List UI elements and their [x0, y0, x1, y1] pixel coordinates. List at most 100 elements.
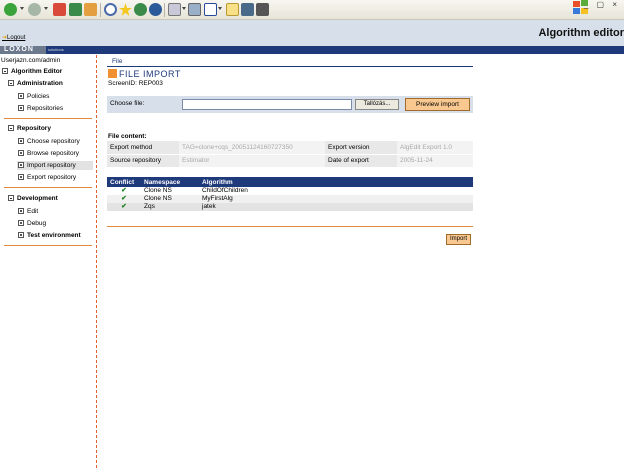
algorithm-table: Conflict Namespace Algorithm ✔ Clone NS …	[107, 177, 473, 211]
sidebar-section-label: Development	[17, 195, 58, 202]
bullet-icon	[18, 138, 24, 144]
preview-import-button[interactable]: Preview import	[405, 98, 470, 111]
namespace-cell: Clone NS	[141, 195, 199, 203]
favorites-icon[interactable]	[119, 3, 132, 16]
forward-icon[interactable]	[28, 3, 41, 16]
edit-dropdown-icon[interactable]	[218, 7, 222, 10]
collapse-icon[interactable]	[8, 80, 14, 86]
forward-dropdown-icon[interactable]	[44, 7, 48, 10]
toolbar-separator	[164, 3, 165, 17]
sidebar-item-debug[interactable]: Debug	[18, 220, 46, 227]
algorithm-cell: ChildOfChildren	[199, 187, 473, 195]
sidebar-root-label: Algorithm Editor	[11, 68, 63, 75]
title-marker-icon	[108, 69, 117, 78]
sidebar-item-label: Export repository	[27, 174, 77, 181]
namespace-cell: Clone NS	[141, 187, 199, 195]
mail-icon[interactable]	[168, 3, 181, 16]
sidebar-item-label: Browse repository	[27, 150, 80, 157]
sidebar-item-label: Repositories	[27, 105, 64, 112]
sidebar-section-administration[interactable]: Administration	[8, 80, 63, 87]
table-row: Export method TAG=clone+cqs_200511241607…	[107, 141, 473, 155]
sidebar-item-import-repository[interactable]: Import repository	[17, 161, 93, 170]
sidebar-item-browse-repository[interactable]: Browse repository	[18, 150, 79, 157]
bullet-icon	[18, 208, 24, 214]
brand-logo: LOXON	[0, 46, 46, 54]
window-controls[interactable]: _ ▢ ×	[584, 0, 620, 9]
print-icon[interactable]	[188, 3, 201, 16]
sidebar-section-label: Repository	[17, 125, 51, 132]
logout-link[interactable]: ➔Logout	[2, 34, 25, 41]
namespace-cell: Zqs	[141, 203, 199, 211]
column-header-namespace[interactable]: Namespace	[141, 177, 199, 187]
sidebar-item-edit[interactable]: Edit	[18, 208, 38, 215]
sidebar-item-label: Edit	[27, 208, 39, 215]
sidebar-root[interactable]: Algorithm Editor	[2, 68, 62, 75]
stop-icon[interactable]	[53, 3, 66, 16]
browse-button[interactable]: Tallózás...	[355, 99, 399, 110]
sidebar-item-label: Test environment	[27, 232, 81, 239]
conflict-check-icon: ✔	[107, 187, 141, 195]
bullet-icon	[18, 150, 24, 156]
folder-icon[interactable]	[226, 3, 239, 16]
history-icon[interactable]	[149, 3, 162, 16]
back-icon[interactable]	[4, 3, 17, 16]
collapse-icon[interactable]	[8, 125, 14, 131]
home-icon[interactable]	[84, 3, 97, 16]
sidebar-section-repository[interactable]: Repository	[8, 125, 51, 132]
sidebar-item-test-environment[interactable]: Test environment	[18, 232, 81, 239]
source-repository-value: Estimator	[179, 154, 325, 168]
sidebar-item-label: Import repository	[27, 162, 76, 169]
import-button[interactable]: Import	[446, 234, 471, 245]
choose-file-label: Choose file:	[110, 100, 145, 107]
browser-toolbar: _ ▢ ×	[0, 0, 624, 20]
file-content-heading: File content:	[108, 133, 147, 140]
conflict-check-icon: ✔	[107, 203, 141, 211]
user-name: Userjazn.com/admin	[1, 57, 61, 64]
sidebar-divider	[96, 55, 97, 468]
source-repository-label: Source repository	[107, 154, 179, 168]
export-method-label: Export method	[107, 141, 179, 155]
date-of-export-label: Date of export	[325, 154, 397, 168]
sidebar-separator	[4, 245, 92, 246]
app-title: Algorithm editor	[538, 27, 624, 39]
sidebar-separator	[4, 118, 92, 119]
bullet-icon	[18, 174, 24, 180]
bullet-icon	[18, 232, 24, 238]
brand-bar: LOXON solutions	[0, 46, 624, 54]
refresh-icon[interactable]	[69, 3, 82, 16]
algorithm-cell: MyFirstAlg	[199, 195, 473, 203]
content-separator	[107, 226, 473, 227]
sidebar-item-repositories[interactable]: Repositories	[18, 105, 63, 112]
sidebar-item-policies[interactable]: Policies	[18, 93, 49, 100]
file-path-input[interactable]	[182, 99, 352, 110]
brand-subtitle: solutions	[48, 47, 64, 52]
collapse-icon[interactable]	[2, 68, 8, 74]
menu-file[interactable]: File	[112, 58, 122, 65]
column-header-algorithm[interactable]: Algorithm	[199, 177, 473, 187]
bullet-icon	[18, 105, 24, 111]
table-row[interactable]: ✔ Clone NS MyFirstAlg	[107, 195, 473, 203]
column-header-conflict[interactable]: Conflict	[107, 177, 141, 187]
screen-id: ScreenID: REP003	[108, 80, 163, 87]
table-header-row: Conflict Namespace Algorithm	[107, 177, 473, 187]
back-dropdown-icon[interactable]	[20, 7, 24, 10]
sidebar: Userjazn.com/admin Algorithm Editor Admi…	[0, 55, 96, 468]
edit-icon[interactable]	[204, 3, 217, 16]
algorithm-cell: jatek	[199, 203, 473, 211]
bullet-icon	[18, 162, 24, 168]
mail-dropdown-icon[interactable]	[182, 7, 186, 10]
research-icon[interactable]	[256, 3, 269, 16]
bullet-icon	[18, 93, 24, 99]
export-method-value: TAG=clone+cqs_20051124160727350	[179, 141, 325, 155]
sidebar-item-export-repository[interactable]: Export repository	[18, 174, 76, 181]
bullet-icon	[18, 220, 24, 226]
table-row[interactable]: ✔ Zqs jatek	[107, 203, 473, 211]
sidebar-section-development[interactable]: Development	[8, 195, 58, 202]
search-icon[interactable]	[104, 3, 117, 16]
messenger-icon[interactable]	[241, 3, 254, 16]
table-row[interactable]: ✔ Clone NS ChildOfChildren	[107, 187, 473, 195]
media-icon[interactable]	[134, 3, 147, 16]
sidebar-item-label: Debug	[27, 220, 47, 227]
collapse-icon[interactable]	[8, 195, 14, 201]
sidebar-item-choose-repository[interactable]: Choose repository	[18, 138, 80, 145]
